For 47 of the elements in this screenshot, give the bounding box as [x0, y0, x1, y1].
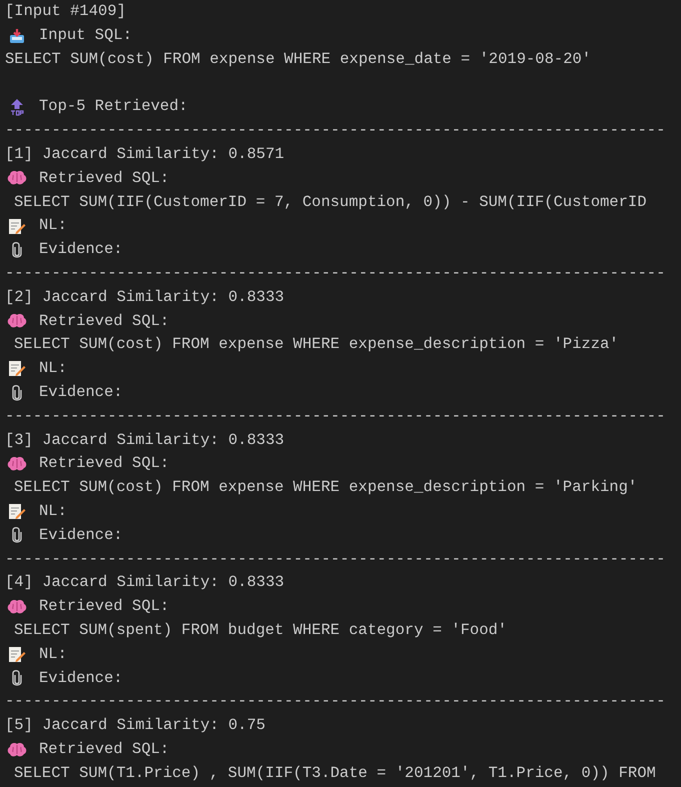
evidence-label: Evidence: [39, 524, 123, 546]
brain-icon [7, 313, 27, 330]
result-heading: [2] Jaccard Similarity: 0.8333 [5, 286, 284, 308]
paperclip-icon [11, 669, 23, 688]
evidence-label: Evidence: [39, 668, 123, 689]
input-sql-text: SELECT SUM(cost) FROM expense WHERE expense_date = '2019-08-20' [5, 48, 591, 70]
nl-label: NL: [39, 215, 67, 236]
separator-line: ----------------------------------------------------------------------- [5, 263, 666, 284]
paperclip-icon [11, 526, 23, 544]
retrieved-sql-label: Retrieved SQL: [39, 168, 170, 189]
paperclip-icon [11, 240, 23, 259]
result-heading: [3] Jaccard Similarity: 0.8333 [5, 430, 284, 451]
memo-pencil-icon [8, 218, 26, 235]
retrieved-sql-label: Retrieved SQL: [39, 453, 170, 474]
brain-icon [7, 598, 27, 615]
paperclip-icon [11, 384, 23, 402]
retrieved-sql-text: SELECT SUM(IIF(CustomerID = 7, Consumption, 0)) - SUM(IIF(CustomerID [13, 192, 647, 213]
inbox-tray-icon [9, 28, 25, 44]
result-heading: [1] Jaccard Similarity: 0.8571 [5, 144, 284, 166]
retrieved-sql-text: SELECT SUM(T1.Price) , SUM(IIF(T3.Date = '201201', T1.Price, 0)) FROM [13, 762, 656, 784]
evidence-label: Evidence: [39, 239, 123, 260]
retrieved-sql-text: SELECT SUM(cost) FROM expense WHERE expense_description = 'Parking' [13, 477, 638, 498]
evidence-label: Evidence: [39, 382, 123, 404]
input-header: [Input #1409] [5, 1, 126, 22]
top-retrieved-label: Top-5 Retrieved: [39, 96, 188, 118]
separator-line: ----------------------------------------------------------------------- [5, 406, 666, 427]
retrieved-sql-text: SELECT SUM(cost) FROM expense WHERE expense_description = 'Pizza' [13, 334, 619, 356]
brain-icon [7, 742, 27, 758]
separator-line: ----------------------------------------------------------------------- [5, 548, 666, 570]
nl-label: NL: [39, 358, 67, 380]
top-arrow-icon [9, 98, 25, 116]
nl-label: NL: [39, 501, 67, 522]
brain-icon [7, 170, 27, 186]
retrieved-sql-label: Retrieved SQL: [39, 310, 170, 332]
separator-line: ----------------------------------------------------------------------- [5, 120, 666, 142]
result-heading: [5] Jaccard Similarity: 0.75 [5, 715, 266, 736]
retrieved-sql-label: Retrieved SQL: [39, 738, 170, 760]
result-heading: [4] Jaccard Similarity: 0.8333 [5, 572, 284, 594]
memo-pencil-icon [8, 503, 26, 520]
input-sql-label: Input SQL: [39, 25, 132, 46]
brain-icon [7, 456, 27, 472]
retrieved-sql-text: SELECT SUM(spent) FROM budget WHERE category = 'Food' [13, 620, 507, 641]
memo-pencil-icon [8, 646, 26, 663]
nl-label: NL: [39, 644, 67, 665]
retrieved-sql-label: Retrieved SQL: [39, 596, 170, 618]
separator-line: ----------------------------------------------------------------------- [5, 691, 666, 712]
memo-pencil-icon [8, 360, 26, 378]
